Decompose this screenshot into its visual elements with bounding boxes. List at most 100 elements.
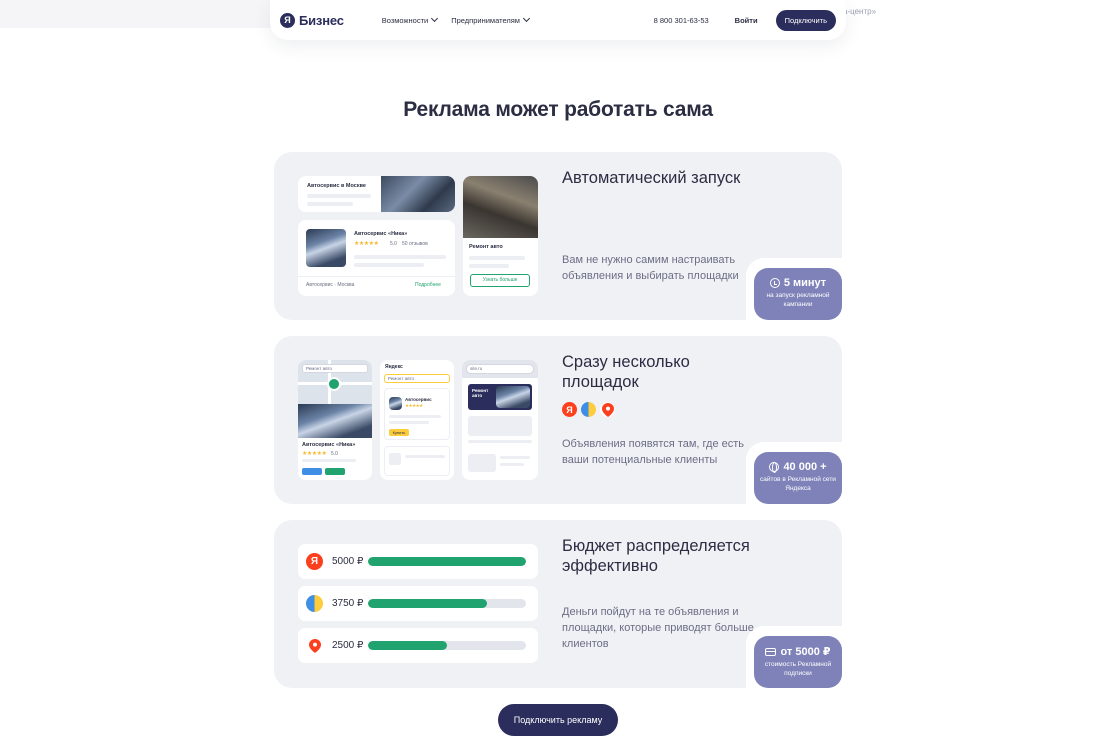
nav-item-label: Возможности (381, 15, 429, 25)
ad-title: Ремонт авто (469, 244, 503, 250)
partner-site-mockup: site.ru Ремонт авто (462, 360, 538, 480)
badge-value-row: от 5000 ₽ (754, 645, 842, 658)
nav-item-label: Предпринимателям (451, 15, 520, 25)
chevron-down-icon (431, 14, 439, 23)
card-description: Деньги пойдут на те объявления и площадк… (562, 606, 754, 650)
details-link[interactable]: Подробнее (415, 282, 441, 288)
budget-bar-track (368, 641, 526, 650)
login-link[interactable]: Войти (735, 16, 758, 25)
learn-more-button[interactable]: Узнать больше (470, 274, 530, 287)
buy-button[interactable]: Купить (389, 429, 409, 436)
budget-bar-fill (368, 557, 526, 566)
stat-badge: 5 минут на запуск рекламной кампании (754, 268, 842, 320)
card-title: Бюджет распределяется эффективно (562, 537, 750, 575)
search-result (384, 446, 450, 476)
logo-text: Бизнес (299, 12, 344, 28)
placeholder-line (307, 194, 371, 198)
card-title: Сразу несколько площадок (562, 353, 690, 391)
shop-card: Автосервис «Ника» ★★★★★ 5.0 50 отзывов А… (298, 220, 455, 296)
rating-value: 5.0 (331, 451, 338, 457)
card-title: Автоматический запуск (562, 169, 741, 187)
card-description: Вам не нужно самим настраивать объявлени… (562, 254, 739, 282)
placeholder-block (468, 416, 532, 436)
yandex-search-field: Ремонт авто (384, 374, 450, 383)
site-header: Я Бизнес Возможности Предпринимателям 8 … (270, 0, 846, 40)
budget-bar-fill (368, 599, 487, 608)
top-faded-link[interactable]: а-центр» (843, 7, 876, 16)
logo[interactable]: Я Бизнес (280, 12, 344, 28)
page-title: Реклама может работать сама (403, 98, 713, 121)
budget-row: 2500 ₽ (298, 628, 538, 663)
result-title: Автосервис (405, 397, 432, 402)
yandex-icon: Я (306, 553, 323, 570)
yandex-logo-text: Яндекс (385, 364, 403, 370)
yandex-logo-icon: Я (280, 12, 295, 28)
placeholder-line (468, 440, 532, 443)
map-pin-icon (327, 377, 341, 391)
connect-ads-button[interactable]: Подключить рекламу (498, 704, 618, 736)
platform-icons: Я (562, 402, 615, 417)
feature-card-budget: Я 5000 ₽ 3750 ₽ 2500 ₽ Бюджет распределя… (274, 520, 842, 688)
maps-app-mockup: Ремонт авто Автосервис «Ника» ★★★★★ 5.0 (298, 360, 372, 480)
badge-value-row: 5 минут (754, 277, 842, 289)
placeholder-line (302, 459, 356, 462)
badge-value: от 5000 ₽ (780, 646, 831, 658)
placeholder-line (354, 255, 446, 259)
budget-bar-fill (368, 641, 447, 650)
card-description: Объявления появятся там, где есть ваши п… (562, 438, 745, 466)
badge-value: 5 минут (783, 277, 827, 289)
rating-stars: ★★★★★ (354, 241, 379, 247)
top-strip (0, 0, 300, 28)
clock-icon (769, 278, 780, 288)
banner-photo (496, 386, 530, 408)
badge-value: 40 000 + (783, 461, 827, 473)
divider (298, 276, 455, 277)
network-icon (581, 402, 596, 417)
placeholder-thumb (389, 453, 401, 465)
placeholder-line (307, 202, 353, 206)
route-button[interactable] (302, 468, 322, 475)
browser-url-field: site.ru (466, 364, 534, 374)
search-query-text: Автосервис в Москве (307, 183, 366, 189)
network-icon (306, 595, 323, 612)
placeholder-line (405, 455, 445, 458)
placeholder-line (469, 256, 525, 260)
feature-card-auto-launch: Автосервис в Москве Автосервис «Ника» ★★… (274, 152, 842, 320)
budget-bar-track (368, 599, 526, 608)
banner-ad-card: Ремонт авто Узнать больше (463, 176, 538, 296)
budget-bar-track (368, 557, 526, 566)
map-shop-name: Автосервис «Ника» (302, 442, 356, 448)
badge-caption: на запуск рекламной кампании (766, 292, 830, 308)
badge-caption: сайтов в Рекламной сети Яндекса (760, 476, 836, 492)
banner-ad[interactable]: Ремонт авто (468, 384, 532, 410)
mechanic-photo (306, 229, 346, 267)
reviews-count: 50 отзывов (402, 241, 428, 247)
nav-item-features[interactable]: Возможности (381, 14, 439, 25)
yandex-icon: Я (562, 402, 577, 417)
main-nav: Возможности Предпринимателям (381, 14, 531, 25)
banner-title: Ремонт авто (472, 388, 489, 398)
rating-stars: ★★★★★ (405, 403, 423, 408)
shop-name: Автосервис «Ника» (354, 231, 408, 237)
result-thumbnail (389, 397, 402, 410)
budget-amount: 3750 ₽ (332, 598, 364, 609)
credit-card-icon (765, 647, 777, 656)
phone-link[interactable]: 8 800 301-63-53 (654, 16, 709, 25)
budget-row: Я 5000 ₽ (298, 544, 538, 579)
car-lift-photo (463, 176, 538, 238)
badge-value-row: 40 000 + (754, 461, 842, 473)
rating-stars: ★★★★★ (302, 451, 327, 457)
budget-row: 3750 ₽ (298, 586, 538, 621)
globe-icon (769, 462, 780, 473)
placeholder-line (500, 463, 524, 466)
search-result: Автосервис ★★★★★ Купить (384, 388, 450, 440)
maps-pin-icon (306, 637, 323, 654)
call-button[interactable] (325, 468, 345, 475)
stat-badge: 40 000 + сайтов в Рекламной сети Яндекса (754, 452, 842, 504)
nav-item-entrepreneurs[interactable]: Предпринимателям (451, 14, 531, 25)
feature-card-multi-platform: Ремонт авто Автосервис «Ника» ★★★★★ 5.0 … (274, 336, 842, 504)
location-text: Автосервис · Москва (306, 282, 355, 288)
connect-button[interactable]: Подключить (775, 9, 836, 31)
search-result-card: Автосервис в Москве (298, 176, 455, 212)
placeholder-line (354, 263, 424, 267)
